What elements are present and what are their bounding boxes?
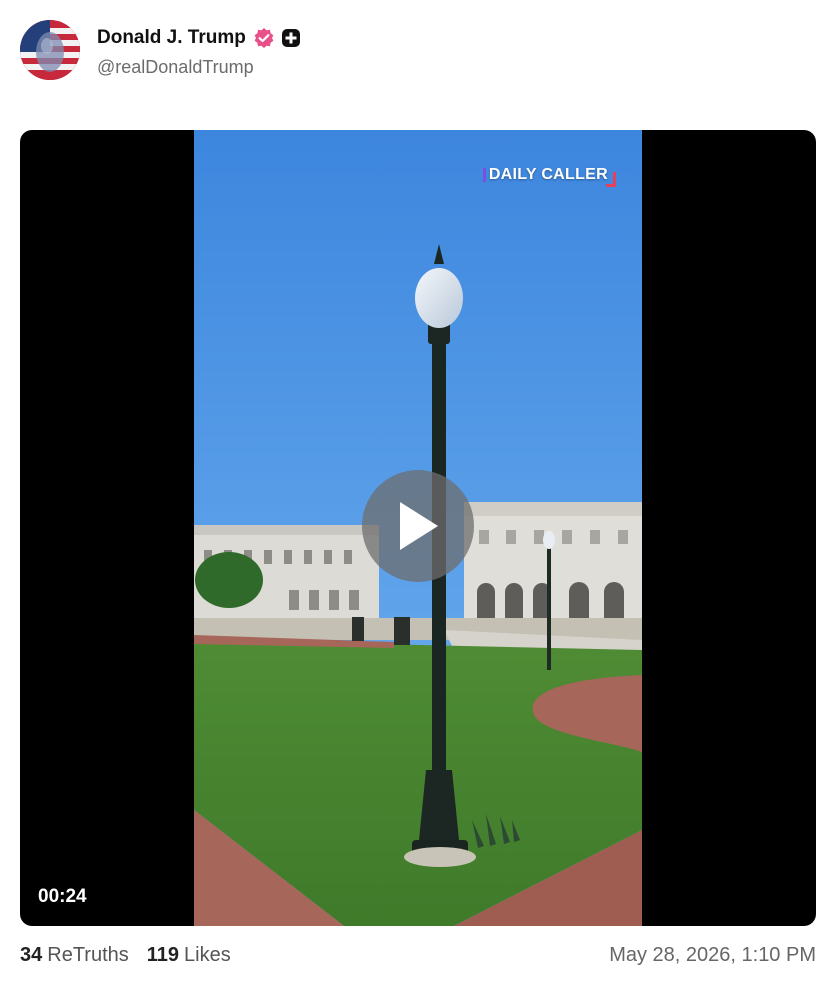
video-player[interactable]: DAILY CALLER 00:24 (20, 130, 816, 926)
play-icon (400, 502, 438, 550)
author-name[interactable]: Donald J. Trump (97, 27, 246, 49)
video-watermark: DAILY CALLER (482, 166, 616, 187)
post-footer: 34 ReTruths 119 Likes May 28, 2026, 1:10 P… (20, 940, 816, 970)
retruths-stat[interactable]: 34 ReTruths (20, 944, 129, 967)
post-timestamp[interactable]: May 28, 2026, 1:10 PM (609, 944, 816, 967)
play-button[interactable] (362, 470, 474, 582)
post-header: Donald J. Trump @realDonaldTrump (20, 20, 301, 82)
retruths-label: ReTruths (47, 943, 129, 966)
retruths-count: 34 (20, 943, 43, 966)
plus-badge-icon (281, 28, 301, 48)
video-duration: 00:24 (38, 886, 87, 907)
avatar[interactable] (20, 20, 80, 80)
author-handle[interactable]: @realDonaldTrump (97, 57, 301, 78)
likes-label: Likes (184, 943, 231, 966)
likes-count: 119 (146, 943, 180, 966)
watermark-text: DAILY CALLER (488, 166, 608, 183)
verified-badge-icon (253, 27, 275, 49)
likes-stat[interactable]: 119 Likes (147, 944, 231, 967)
